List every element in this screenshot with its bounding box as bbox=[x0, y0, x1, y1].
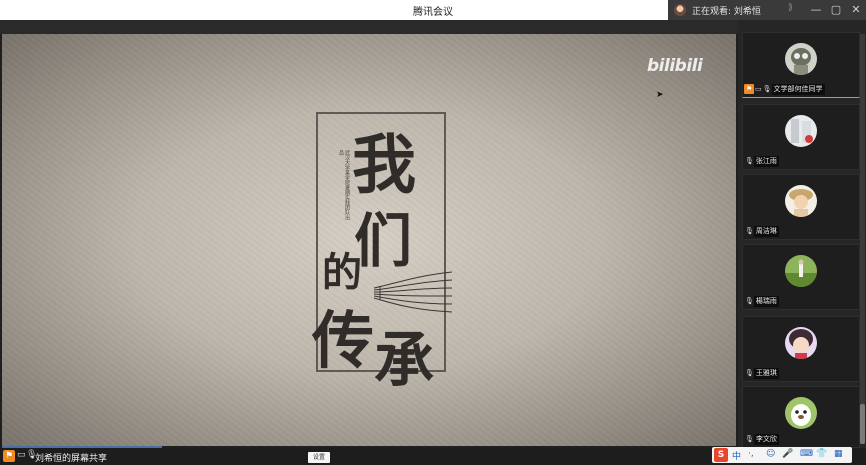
avatar bbox=[785, 327, 817, 359]
mouse-cursor-icon: ➤ bbox=[656, 90, 664, 100]
maximize-button[interactable]: ▢ bbox=[828, 2, 844, 18]
sogou-logo-icon[interactable]: S bbox=[714, 448, 728, 462]
participant-tile[interactable]: 🎙 周洁琳 bbox=[742, 174, 860, 240]
microphone-icon[interactable]: 🎙 bbox=[763, 84, 772, 95]
participant-label: 🎙 周洁琳 bbox=[744, 226, 779, 237]
settings-chip[interactable]: 设置 bbox=[308, 452, 330, 463]
avatar bbox=[785, 255, 817, 287]
title-char: 我 bbox=[352, 128, 416, 203]
shared-screen[interactable]: bilibili ➤ 武汉大学某学院暑期实践团队出品 我 们 的 传 承 bbox=[2, 34, 736, 446]
participant-name: 张江雨 bbox=[753, 156, 779, 167]
title-char: 承 bbox=[374, 326, 434, 396]
wave-lines-decoration bbox=[374, 271, 453, 313]
avatar bbox=[785, 43, 817, 75]
screen-share-icon: ▭ bbox=[17, 450, 26, 460]
bilibili-watermark: bilibili bbox=[647, 56, 703, 76]
microphone-muted-icon[interactable]: 🎙 bbox=[745, 368, 754, 379]
watching-text: 正在观看: 刘希恒 bbox=[692, 7, 761, 17]
microphone-muted-icon[interactable]: 🎙 bbox=[745, 296, 754, 307]
microphone-muted-icon[interactable]: 🎙 bbox=[745, 156, 754, 167]
ime-toolbar[interactable]: S 中 ·, ☺ 🎤 ⌨ 👕 ▦ bbox=[712, 447, 852, 463]
participant-name: 文学部何佳同学 bbox=[771, 84, 825, 95]
participant-tile[interactable]: 🎙 王雅琪 bbox=[742, 316, 860, 382]
expand-chevron-icon[interactable]: ⟩⟩ bbox=[788, 3, 793, 13]
toolbox-icon[interactable]: ▦ bbox=[834, 449, 843, 459]
participant-label: ⚑ ▭🎙 文学部何佳同学 bbox=[744, 84, 825, 95]
title-bar: 腾讯会议 正在观看: 刘希恒 ⟩⟩ — ▢ ✕ bbox=[0, 0, 866, 21]
artwork-caption: 武汉大学某学院暑期实践团队出品 bbox=[338, 150, 350, 220]
ime-language-toggle[interactable]: 中 bbox=[732, 449, 741, 462]
panel-scroll-thumb[interactable] bbox=[860, 404, 865, 444]
keyboard-icon[interactable]: ⌨ bbox=[800, 449, 813, 459]
panel-scrollbar[interactable] bbox=[860, 34, 865, 444]
voice-input-icon[interactable]: 🎤 bbox=[782, 449, 793, 459]
participant-label: 🎙 王雅琪 bbox=[744, 368, 779, 379]
participant-tile[interactable]: 🎙 张江雨 bbox=[742, 104, 860, 170]
close-button[interactable]: ✕ bbox=[848, 2, 864, 18]
participant-name: 王雅琪 bbox=[753, 368, 779, 379]
emoji-icon[interactable]: ☺ bbox=[766, 449, 775, 459]
participant-label: 🎙 楊瑞雨 bbox=[744, 296, 779, 307]
host-badge-icon: ⚑ bbox=[744, 84, 754, 94]
avatar bbox=[785, 115, 817, 147]
microphone-muted-icon[interactable]: 🎙 bbox=[745, 434, 754, 445]
title-char: 传 bbox=[312, 304, 375, 377]
avatar bbox=[785, 185, 817, 217]
avatar bbox=[785, 397, 817, 429]
participant-name: 李文欣 bbox=[753, 434, 779, 445]
user-icon: ⚑ bbox=[3, 450, 15, 462]
share-toolbar-strip bbox=[0, 20, 740, 34]
screen-share-label: 刘希恒的屏幕共享 bbox=[35, 454, 108, 464]
skin-icon[interactable]: 👕 bbox=[816, 449, 827, 459]
title-artwork: 武汉大学某学院暑期实践团队出品 我 们 的 传 承 bbox=[302, 94, 472, 396]
participant-name: 周洁琳 bbox=[753, 226, 779, 237]
punctuation-icon[interactable]: ·, bbox=[748, 449, 754, 459]
screen-share-icon: ▭ bbox=[755, 85, 762, 93]
participant-tile[interactable]: 🎙 李文欣 bbox=[742, 386, 860, 448]
watching-indicator[interactable]: 正在观看: 刘希恒 ⟩⟩ — ▢ ✕ bbox=[668, 0, 866, 20]
participant-tile[interactable]: 🎙 楊瑞雨 bbox=[742, 244, 860, 310]
presenter-avatar bbox=[674, 4, 686, 16]
minimize-button[interactable]: — bbox=[808, 2, 824, 18]
participant-label: 🎙 李文欣 bbox=[744, 434, 779, 445]
participant-name: 楊瑞雨 bbox=[753, 296, 779, 307]
participant-tile[interactable]: ⚑ ▭🎙 文学部何佳同学 bbox=[742, 32, 860, 98]
microphone-muted-icon[interactable]: 🎙 bbox=[745, 226, 754, 237]
participant-label: 🎙 张江雨 bbox=[744, 156, 779, 167]
